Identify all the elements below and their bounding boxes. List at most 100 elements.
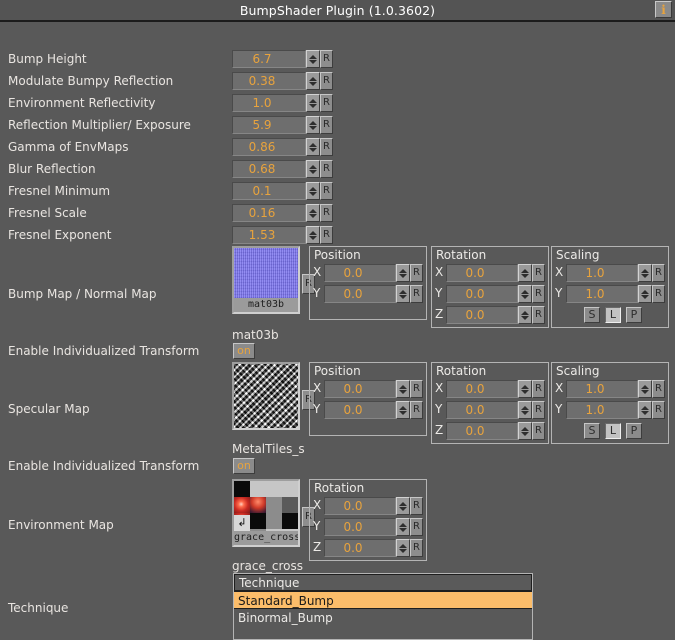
spinner-blur-reflection[interactable]: [306, 160, 320, 178]
bump-scaling-y-field[interactable]: 1.0 R: [566, 285, 665, 303]
reset-button-specular-rotation-z[interactable]: R: [532, 422, 545, 440]
spinner-bump-rotation-y[interactable]: [518, 285, 532, 303]
env-rotation-z-field[interactable]: 0.0 R: [324, 539, 423, 557]
spinner-environment-reflectivity[interactable]: [306, 94, 320, 112]
spinner-specular-rotation-z[interactable]: [518, 422, 532, 440]
environment-map-thumbnail[interactable]: ↲ grace_cross: [232, 479, 300, 547]
value-input[interactable]: 6.7: [232, 50, 306, 68]
bump-rotation-x-field[interactable]: 0.0 R: [446, 264, 545, 282]
value-input[interactable]: 0.1: [232, 182, 306, 200]
reset-button-specular-scaling-x[interactable]: R: [652, 380, 665, 398]
reset-button-bump-height[interactable]: R: [320, 50, 333, 68]
spinner-specular-position-x[interactable]: [396, 380, 410, 398]
environment-map-thumbnail-group[interactable]: ↲ grace_cross R: [232, 479, 315, 547]
param-field-blur-reflection[interactable]: 0.68 R: [232, 160, 333, 178]
env-rotation-y-field[interactable]: 0.0 R: [324, 518, 423, 536]
param-field-bump-height[interactable]: 6.7 R: [232, 50, 333, 68]
bump-rotation-y-field[interactable]: 0.0 R: [446, 285, 545, 303]
spinner-specular-rotation-x[interactable]: [518, 380, 532, 398]
reset-button-modulate-bumpy-reflection[interactable]: R: [320, 72, 333, 90]
spinner-bump-scaling-y[interactable]: [638, 285, 652, 303]
reset-button-specular-rotation-x[interactable]: R: [532, 380, 545, 398]
value-input[interactable]: 1.53: [232, 226, 306, 244]
info-icon[interactable]: i: [655, 1, 672, 18]
spinner-specular-scaling-y[interactable]: [638, 401, 652, 419]
reset-button-env-rotation-x[interactable]: R: [410, 497, 423, 515]
spinner-bump-scaling-x[interactable]: [638, 264, 652, 282]
spinner-fresnel-minimum[interactable]: [306, 182, 320, 200]
value-input[interactable]: 0.0: [446, 401, 518, 419]
param-field-gamma-of-envmaps[interactable]: 0.86 R: [232, 138, 333, 156]
specular-rotation-z-field[interactable]: 0.0 R: [446, 422, 545, 440]
technique-option-standard-bump[interactable]: Standard_Bump: [234, 591, 532, 609]
specular-scaling-x-field[interactable]: 1.0 R: [566, 380, 665, 398]
spinner-reflection-multiplier-exposure[interactable]: [306, 116, 320, 134]
bump-map-thumbnail-group[interactable]: mat03b R: [232, 246, 315, 314]
spinner-env-rotation-y[interactable]: [396, 518, 410, 536]
bump-scaling-mode-l[interactable]: L: [605, 307, 621, 323]
reset-button-fresnel-scale[interactable]: R: [320, 204, 333, 222]
value-input[interactable]: 0.0: [324, 401, 396, 419]
reset-button-fresnel-minimum[interactable]: R: [320, 182, 333, 200]
specular-position-x-field[interactable]: 0.0 R: [324, 380, 423, 398]
bump-scaling-mode-p[interactable]: P: [626, 307, 642, 323]
value-input[interactable]: 0.0: [446, 422, 518, 440]
spinner-env-rotation-x[interactable]: [396, 497, 410, 515]
value-input[interactable]: 0.86: [232, 138, 306, 156]
value-input[interactable]: 0.16: [232, 204, 306, 222]
param-field-fresnel-minimum[interactable]: 0.1 R: [232, 182, 333, 200]
reset-button-specular-position-y[interactable]: R: [410, 401, 423, 419]
param-field-reflection-multiplier-exposure[interactable]: 5.9 R: [232, 116, 333, 134]
value-input[interactable]: 0.0: [324, 518, 396, 536]
reset-button-fresnel-exponent[interactable]: R: [320, 226, 333, 244]
reset-button-gamma-of-envmaps[interactable]: R: [320, 138, 333, 156]
specular-scaling-y-field[interactable]: 1.0 R: [566, 401, 665, 419]
spinner-env-rotation-z[interactable]: [396, 539, 410, 557]
value-input[interactable]: 0.0: [446, 306, 518, 324]
value-input[interactable]: 0.0: [446, 380, 518, 398]
env-rotation-x-field[interactable]: 0.0 R: [324, 497, 423, 515]
bump-scaling-mode-s[interactable]: S: [584, 307, 600, 323]
reset-button-bump-position-y[interactable]: R: [410, 285, 423, 303]
reset-button-bump-scaling-y[interactable]: R: [652, 285, 665, 303]
value-input[interactable]: 0.0: [324, 539, 396, 557]
spinner-fresnel-scale[interactable]: [306, 204, 320, 222]
specular-rotation-x-field[interactable]: 0.0 R: [446, 380, 545, 398]
reset-button-specular-scaling-y[interactable]: R: [652, 401, 665, 419]
param-field-fresnel-exponent[interactable]: 1.53 R: [232, 226, 333, 244]
reset-button-blur-reflection[interactable]: R: [320, 160, 333, 178]
reset-button-bump-rotation-z[interactable]: R: [532, 306, 545, 324]
reset-button-env-rotation-z[interactable]: R: [410, 539, 423, 557]
spinner-bump-rotation-z[interactable]: [518, 306, 532, 324]
value-input[interactable]: 0.68: [232, 160, 306, 178]
technique-option-binormal-bump[interactable]: Binormal_Bump: [234, 609, 532, 627]
value-input[interactable]: 1.0: [566, 264, 638, 282]
bump-position-y-field[interactable]: 0.0 R: [324, 285, 423, 303]
value-input[interactable]: 0.0: [324, 380, 396, 398]
specular-position-y-field[interactable]: 0.0 R: [324, 401, 423, 419]
bump-scaling-x-field[interactable]: 1.0 R: [566, 264, 665, 282]
spinner-specular-rotation-y[interactable]: [518, 401, 532, 419]
bump-rotation-z-field[interactable]: 0.0 R: [446, 306, 545, 324]
value-input[interactable]: 5.9: [232, 116, 306, 134]
toggle-individualized-transform-specular[interactable]: on: [233, 458, 255, 474]
specular-map-thumbnail[interactable]: [232, 362, 300, 430]
spinner-bump-position-y[interactable]: [396, 285, 410, 303]
value-input[interactable]: 0.38: [232, 72, 306, 90]
specular-scaling-mode-l[interactable]: L: [605, 423, 621, 439]
bump-position-x-field[interactable]: 0.0 R: [324, 264, 423, 282]
spinner-specular-position-y[interactable]: [396, 401, 410, 419]
value-input[interactable]: 1.0: [566, 380, 638, 398]
value-input[interactable]: 0.0: [446, 285, 518, 303]
spinner-modulate-bumpy-reflection[interactable]: [306, 72, 320, 90]
spinner-bump-rotation-x[interactable]: [518, 264, 532, 282]
reset-button-environment-reflectivity[interactable]: R: [320, 94, 333, 112]
reset-button-bump-scaling-x[interactable]: R: [652, 264, 665, 282]
reset-button-bump-position-x[interactable]: R: [410, 264, 423, 282]
spinner-specular-scaling-x[interactable]: [638, 380, 652, 398]
spinner-fresnel-exponent[interactable]: [306, 226, 320, 244]
value-input[interactable]: 0.0: [324, 285, 396, 303]
specular-scaling-mode-s[interactable]: S: [584, 423, 600, 439]
reset-button-specular-rotation-y[interactable]: R: [532, 401, 545, 419]
param-field-modulate-bumpy-reflection[interactable]: 0.38 R: [232, 72, 333, 90]
